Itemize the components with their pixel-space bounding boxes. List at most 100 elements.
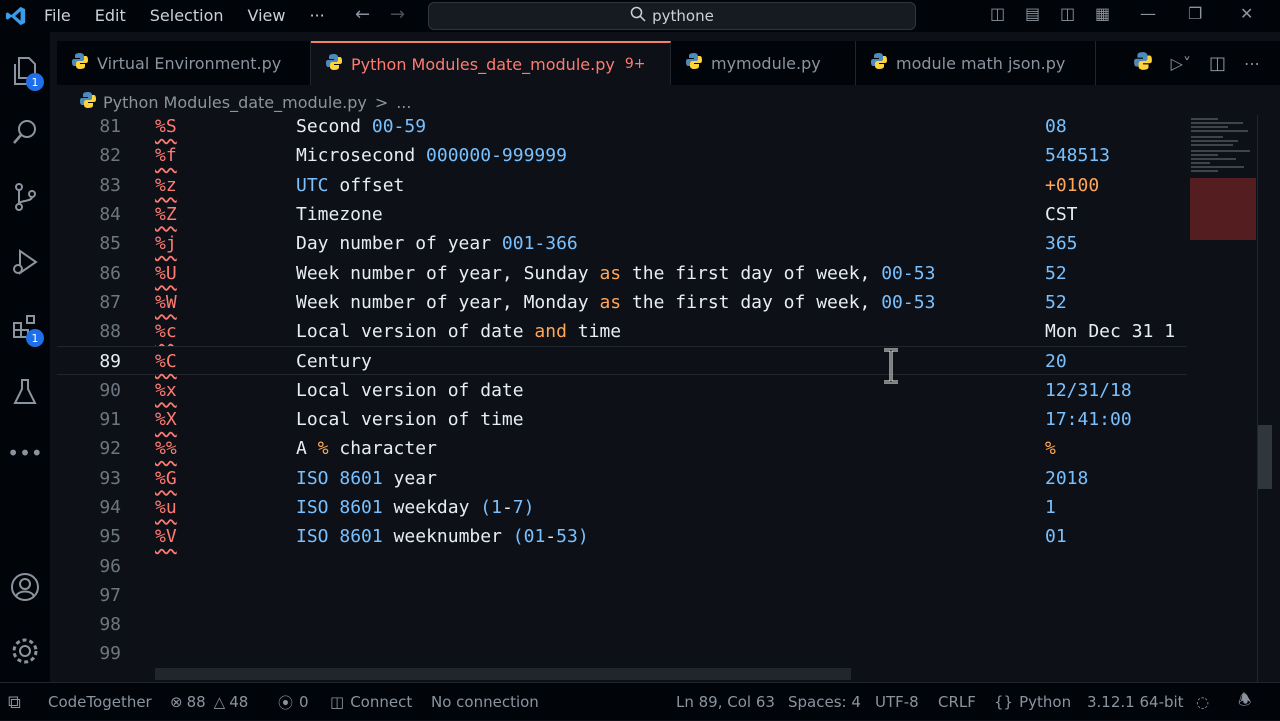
more-views-icon[interactable]: ••• xyxy=(0,428,50,478)
settings-gear-icon[interactable] xyxy=(0,626,50,676)
code-editor[interactable]: 81 %S Second 00-59 08 82 %f Microsecond 000000… xyxy=(57,115,1187,682)
code-line[interactable]: 95 %V ISO 8601 weeknumber (01-53) 01 xyxy=(57,522,1187,551)
format-directive: %% xyxy=(155,434,177,463)
code-line[interactable]: 98 xyxy=(57,610,1187,639)
example-value: 365 xyxy=(1045,233,1078,255)
python-file-icon xyxy=(325,53,343,75)
testing-flask-icon[interactable] xyxy=(0,367,50,417)
breadcrumb-separator: > xyxy=(374,92,389,112)
code-line[interactable]: 86 %U Week number of year, Sunday as the f… xyxy=(57,259,1187,288)
menu-view[interactable]: View xyxy=(236,0,298,32)
description-text: the first day of week, xyxy=(621,262,882,284)
format-code: %V xyxy=(155,526,177,548)
format-directive: %U xyxy=(155,259,177,288)
tab-virtual-environment[interactable]: Virtual Environment.py xyxy=(57,41,311,85)
code-line[interactable]: 99 xyxy=(57,639,1187,668)
status-bar: ⧉ CodeTogether ⊗ 88 △ 48 ⦿ 0 ◫ Connect N… xyxy=(0,682,1280,720)
source-control-icon[interactable] xyxy=(0,172,50,222)
tab-python-modules-date-module[interactable]: Python Modules_date_module.py 9+ xyxy=(311,41,671,85)
restore-icon[interactable]: ❐ xyxy=(1188,4,1202,23)
minimap-slider[interactable] xyxy=(1190,178,1256,240)
line-number: 87 xyxy=(99,291,121,313)
vertical-scrollbar[interactable] xyxy=(1257,115,1272,682)
back-arrow-icon[interactable]: ← xyxy=(355,4,370,25)
remote-icon[interactable]: ⧉ xyxy=(8,683,21,721)
cursor-position-status[interactable]: Ln 89, Col 63 xyxy=(676,683,775,721)
extensions-icon[interactable]: 1 xyxy=(0,302,50,352)
tab-mymodule[interactable]: mymodule.py xyxy=(671,41,856,85)
toggle-secondary-sidebar-icon[interactable]: ◫ xyxy=(1060,4,1075,23)
explorer-icon[interactable]: 1 xyxy=(0,46,50,96)
code-line[interactable]: 81 %S Second 00-59 08 xyxy=(57,115,1187,141)
menu-selection[interactable]: Selection xyxy=(138,0,236,32)
close-window-icon[interactable]: ✕ xyxy=(1240,4,1253,23)
menu-more[interactable]: ··· xyxy=(297,0,336,32)
horizontal-scrollbar-thumb[interactable] xyxy=(155,668,851,680)
command-center-search[interactable]: pythone xyxy=(428,2,916,30)
more-actions-icon[interactable]: ⋯ xyxy=(1244,54,1260,73)
toggle-primary-sidebar-icon[interactable]: ◫ xyxy=(990,4,1005,23)
python-file-icon xyxy=(79,91,97,113)
customize-layout-icon[interactable]: ▦ xyxy=(1095,4,1110,23)
split-editor-icon[interactable]: ◫ xyxy=(1209,53,1226,74)
code-line[interactable]: 90 %x Local version of date 12/31/18 xyxy=(57,376,1187,405)
minimap[interactable] xyxy=(1188,115,1258,682)
python-file-icon xyxy=(71,52,89,74)
account-icon[interactable] xyxy=(0,562,50,612)
code-line[interactable]: 85 %j Day number of year 001-366 365 xyxy=(57,229,1187,258)
copilot-icon[interactable]: ◌ xyxy=(1196,683,1209,721)
code-line[interactable]: 91 %X Local version of time 17:41:00 xyxy=(57,405,1187,434)
line-number: 97 xyxy=(99,584,121,606)
tab-module-math-json[interactable]: module math json.py xyxy=(856,41,1096,85)
line-number: 90 xyxy=(99,379,121,401)
connect-status[interactable]: ◫ Connect xyxy=(330,683,412,721)
run-play-icon[interactable]: ▷˅ xyxy=(1171,54,1191,73)
menu-file[interactable]: File xyxy=(32,0,83,32)
code-line[interactable]: 96 xyxy=(57,552,1187,581)
code-line[interactable]: 82 %f Microsecond 000000-999999 548513 xyxy=(57,141,1187,170)
code-line[interactable]: 89 %C Century 20 xyxy=(57,346,1187,376)
description: A % character xyxy=(296,434,437,463)
vertical-scrollbar-thumb[interactable] xyxy=(1258,425,1272,489)
breadcrumb-file[interactable]: Python Modules_date_module.py xyxy=(103,93,367,112)
code-line[interactable]: 97 xyxy=(57,581,1187,610)
eol-status[interactable]: CRLF xyxy=(938,683,976,721)
format-directive: %u xyxy=(155,493,177,522)
format-directive: %S xyxy=(155,115,177,141)
line-number: 89 xyxy=(99,351,121,373)
minimize-icon[interactable]: — xyxy=(1140,4,1156,23)
line-number: 99 xyxy=(99,643,121,665)
run-debug-icon[interactable] xyxy=(0,237,50,287)
ports-status[interactable]: ⦿ 0 xyxy=(278,683,309,721)
menu-edit[interactable]: Edit xyxy=(83,0,138,32)
braces-icon: {} xyxy=(994,693,1014,711)
language-status[interactable]: {} Python xyxy=(994,683,1071,721)
code-line[interactable]: 88 %c Local version of date and time Mon De… xyxy=(57,317,1187,346)
encoding-status[interactable]: UTF-8 xyxy=(875,683,919,721)
indentation-status[interactable]: Spaces: 4 xyxy=(788,683,861,721)
toggle-panel-icon[interactable]: ▤ xyxy=(1025,4,1040,23)
search-view-icon[interactable] xyxy=(0,107,50,157)
code-line[interactable]: 83 %z UTC offset +0100 xyxy=(57,171,1187,200)
breadcrumb-more[interactable]: ... xyxy=(396,93,411,112)
code-line[interactable]: 87 %W Week number of year, Monday as the f… xyxy=(57,288,1187,317)
format-code: %z xyxy=(155,174,177,196)
notifications-bell-icon[interactable]: 🕭 xyxy=(1238,683,1251,721)
code-line[interactable]: 84 %Z Timezone CST xyxy=(57,200,1187,229)
forward-arrow-icon[interactable]: → xyxy=(390,4,405,25)
problems-status[interactable]: ⊗ 88 △ 48 xyxy=(170,683,248,721)
no-connection-status[interactable]: No connection xyxy=(431,683,539,721)
code-line[interactable]: 93 %G ISO 8601 year 2018 xyxy=(57,464,1187,493)
description-text: Timezone xyxy=(296,203,383,225)
database-icon: ◫ xyxy=(330,693,345,711)
description-text: UTC offset xyxy=(296,174,405,196)
example-value: 20 xyxy=(1045,351,1067,373)
example-value: 1 xyxy=(1045,496,1056,518)
format-code: %C xyxy=(155,351,177,373)
line-number: 96 xyxy=(99,555,121,577)
interpreter-status[interactable]: 3.12.1 64-bit xyxy=(1087,683,1184,721)
code-line[interactable]: 92%% A % character% xyxy=(57,434,1187,463)
python-run-config-icon[interactable] xyxy=(1133,51,1153,75)
code-line[interactable]: 94 %u ISO 8601 weekday (1-7) 1 xyxy=(57,493,1187,522)
codetogether-status[interactable]: CodeTogether xyxy=(48,683,152,721)
